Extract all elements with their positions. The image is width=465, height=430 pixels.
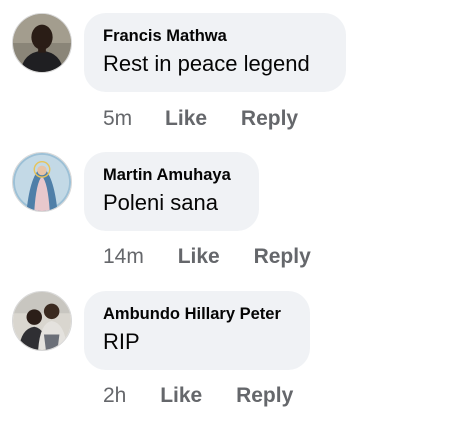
comment-author[interactable]: Francis Mathwa xyxy=(103,26,326,46)
like-button[interactable]: Like xyxy=(165,106,207,132)
profile-photo-virgin-mary-icon xyxy=(13,153,71,211)
like-button[interactable]: Like xyxy=(160,383,202,409)
comment-bubble: Martin Amuhaya Poleni sana xyxy=(84,152,259,231)
comment-actions: 2h Like Reply xyxy=(103,383,293,409)
reply-button[interactable]: Reply xyxy=(254,244,311,270)
profile-photo-two-men-icon xyxy=(13,292,71,350)
like-button[interactable]: Like xyxy=(178,244,220,270)
comment-text: Rest in peace legend xyxy=(103,51,310,76)
avatar[interactable] xyxy=(12,291,72,351)
comment-timestamp[interactable]: 2h xyxy=(103,383,126,409)
comment-author[interactable]: Martin Amuhaya xyxy=(103,165,239,185)
avatar[interactable] xyxy=(12,152,72,212)
comment-bubble: Francis Mathwa Rest in peace legend xyxy=(84,13,346,92)
comment-actions: 5m Like Reply xyxy=(103,106,298,132)
comment-text: RIP xyxy=(103,329,140,354)
comment-actions: 14m Like Reply xyxy=(103,244,311,270)
profile-photo-man-icon xyxy=(13,14,71,72)
comment-bubble: Ambundo Hillary Peter RIP xyxy=(84,291,310,370)
avatar[interactable] xyxy=(12,13,72,73)
comment-timestamp[interactable]: 14m xyxy=(103,244,144,270)
comment-author[interactable]: Ambundo Hillary Peter xyxy=(103,304,290,324)
reply-button[interactable]: Reply xyxy=(236,383,293,409)
comment-timestamp[interactable]: 5m xyxy=(103,106,132,132)
comment-text: Poleni sana xyxy=(103,190,218,215)
reply-button[interactable]: Reply xyxy=(241,106,298,132)
